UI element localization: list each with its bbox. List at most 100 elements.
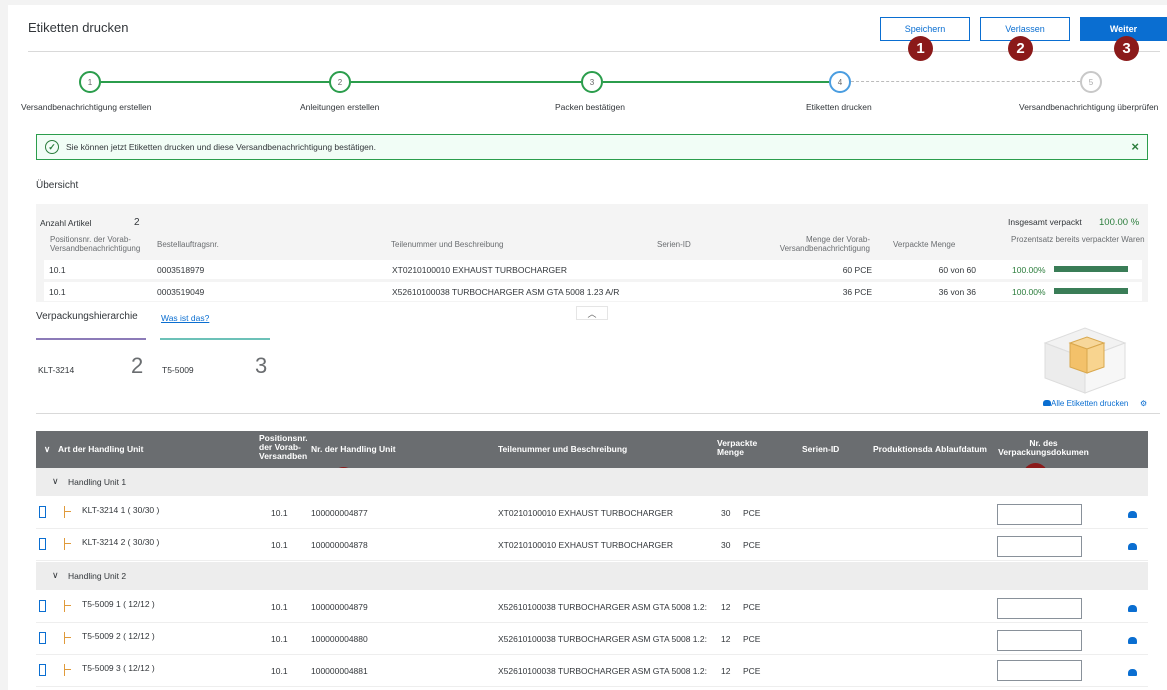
part-description: X52610100038 TURBOCHARGER ASM GTA 5008 1…: [498, 634, 707, 644]
total-packed-label: Insgesamt verpackt: [1008, 217, 1082, 227]
column-header-packed[interactable]: Verpackte Menge: [717, 439, 762, 457]
order-number: 0003518979: [157, 265, 205, 275]
tree-branch-icon: [64, 664, 71, 676]
annotation-marker-1: 1: [908, 36, 933, 61]
hu-number: 100000004880: [311, 634, 368, 644]
hu-number: 100000004879: [311, 602, 368, 612]
packed-quantity: 12: [721, 634, 731, 644]
packed-unit: PCE: [743, 540, 761, 550]
group-row[interactable]: ∨ Handling Unit 2: [36, 562, 1148, 590]
print-all-labels-link[interactable]: Alle Etiketten drucken: [1043, 399, 1128, 408]
position-number: 10.1: [271, 634, 288, 644]
header-divider: [28, 51, 1160, 52]
document-icon[interactable]: [39, 538, 46, 550]
what-is-this-link[interactable]: Was ist das?: [161, 313, 209, 323]
document-icon[interactable]: [39, 600, 46, 612]
progress-line-pending: [851, 81, 1080, 82]
tile-count: 3: [255, 353, 268, 378]
hu-name: T5-5009 2 ( 12/12 ): [82, 631, 155, 641]
column-header: Menge der Vorab-Versandbenachrichtigung: [779, 235, 870, 253]
document-icon[interactable]: [39, 664, 46, 676]
packed-percent: 100.00%: [1012, 265, 1046, 275]
print-all-labels-text: Alle Etiketten drucken: [1051, 399, 1129, 408]
column-header-type[interactable]: Art der Handling Unit: [58, 445, 143, 454]
column-header-part[interactable]: Teilenummer und Beschreibung: [498, 445, 627, 454]
table-settings-icon[interactable]: ⚙: [1140, 399, 1147, 408]
hierarchy-tile-klt-3214[interactable]: KLT-3214 2: [36, 338, 146, 380]
step-circle-3[interactable]: 3: [581, 71, 603, 93]
overview-panel: Anzahl Artikel 2 Insgesamt verpackt 100.…: [36, 204, 1148, 302]
printer-icon[interactable]: [1128, 669, 1137, 676]
position-number: 10.1: [271, 666, 288, 676]
column-header: Positionsnr. der Vorab-Versandbenachrich…: [50, 235, 141, 253]
hierarchy-tile-t5-5009[interactable]: T5-5009 3: [160, 338, 270, 380]
group-label: Handling Unit 1: [68, 477, 127, 487]
part-description: XT0210100010 EXHAUST TURBOCHARGER: [498, 540, 673, 550]
hu-name: T5-5009 3 ( 12/12 ): [82, 663, 155, 673]
part-description: XT0210100010 EXHAUST TURBOCHARGER: [498, 508, 673, 518]
packing-document-input[interactable]: [997, 598, 1082, 619]
chevron-down-icon[interactable]: ∨: [52, 570, 59, 581]
step-label-2: Anleitungen erstellen: [300, 102, 380, 112]
column-header-production-date[interactable]: Produktionsda: [873, 445, 933, 454]
step-circle-5[interactable]: 5: [1080, 71, 1102, 93]
progress-line: [351, 81, 582, 83]
table-row[interactable]: T5-5009 2 ( 12/12 ) 10.1 100000004880 X5…: [36, 623, 1148, 655]
hu-name: KLT-3214 1 ( 30/30 ): [82, 505, 160, 515]
packing-document-input[interactable]: [997, 630, 1082, 651]
printer-icon[interactable]: [1128, 511, 1137, 518]
tile-count: 2: [131, 353, 144, 378]
progress-bar: [1054, 288, 1128, 294]
column-header: Bestellauftragsnr.: [157, 240, 219, 249]
table-row: 10.1 0003519049 X52610100038 TURBOCHARGE…: [44, 282, 1142, 301]
step-circle-1[interactable]: 1: [79, 71, 101, 93]
expand-all-chevron-icon[interactable]: ∨: [44, 445, 50, 454]
item-count-label: Anzahl Artikel: [40, 218, 92, 228]
column-header-hu-number[interactable]: Nr. der Handling Unit: [311, 445, 396, 454]
printer-icon[interactable]: [1128, 543, 1137, 550]
packed-quantity: 30: [721, 508, 731, 518]
success-message: ✓ Sie können jetzt Etiketten drucken und…: [36, 134, 1148, 160]
check-circle-icon: ✓: [45, 140, 59, 154]
step-circle-2[interactable]: 2: [329, 71, 351, 93]
column-header-expiry-date[interactable]: Ablaufdatum: [935, 445, 987, 454]
hierarchy-title: Verpackungshierarchie: [36, 311, 138, 322]
step-label-3: Packen bestätigen: [555, 102, 625, 112]
table-header: ∨ Art der Handling Unit Positionsnr. der…: [36, 431, 1148, 468]
packed-percent: 100.00%: [1012, 287, 1046, 297]
part-description: X52610100038 TURBOCHARGER ASM GTA 5008 1…: [498, 666, 707, 676]
column-header-serial[interactable]: Serien-ID: [802, 445, 839, 454]
packing-document-input[interactable]: [997, 536, 1082, 557]
part-description: X52610100038 TURBOCHARGER ASM GTA 5008 1…: [392, 287, 620, 297]
collapse-chevron-up-icon[interactable]: ︿: [576, 306, 608, 320]
column-header: Verpackte Menge: [893, 240, 956, 249]
packed-quantity: 36 von 36: [938, 287, 976, 297]
tree-branch-icon: [64, 506, 71, 518]
column-header: Teilenummer und Beschreibung: [391, 240, 504, 249]
chevron-down-icon[interactable]: ∨: [52, 476, 59, 487]
table-row[interactable]: T5-5009 1 ( 12/12 ) 10.1 100000004879 X5…: [36, 591, 1148, 623]
step-label-5: Versandbenachrichtigung überprüfen: [1019, 102, 1159, 112]
packing-document-input[interactable]: [997, 504, 1082, 525]
column-header: Prozentsatz bereits verpackter Waren: [1011, 235, 1145, 244]
packing-document-input[interactable]: [997, 660, 1082, 681]
table-row[interactable]: T5-5009 3 ( 12/12 ) 10.1 100000004881 X5…: [36, 655, 1148, 687]
column-header-packing-doc[interactable]: Nr. des Verpackungsdokumen: [996, 439, 1091, 457]
table-row[interactable]: KLT-3214 1 ( 30/30 ) 10.1 100000004877 X…: [36, 497, 1148, 529]
printer-icon[interactable]: [1128, 605, 1137, 612]
document-icon[interactable]: [39, 632, 46, 644]
progress-bar: [1054, 266, 1128, 272]
table-row[interactable]: KLT-3214 2 ( 30/30 ) 10.1 100000004878 X…: [36, 529, 1148, 561]
printer-icon[interactable]: [1128, 637, 1137, 644]
step-circle-4[interactable]: 4: [829, 71, 851, 93]
packed-quantity: 12: [721, 602, 731, 612]
asn-quantity: 60 PCE: [842, 265, 872, 275]
document-icon[interactable]: [39, 506, 46, 518]
column-header-position[interactable]: Positionsnr. der Vorab-Versandben: [259, 434, 314, 461]
close-icon[interactable]: ×: [1131, 139, 1139, 154]
asn-quantity: 36 PCE: [842, 287, 872, 297]
hu-number: 100000004877: [311, 508, 368, 518]
group-row[interactable]: ∨ Handling Unit 1: [36, 468, 1148, 496]
hu-number: 100000004881: [311, 666, 368, 676]
page-title: Etiketten drucken: [28, 20, 129, 35]
